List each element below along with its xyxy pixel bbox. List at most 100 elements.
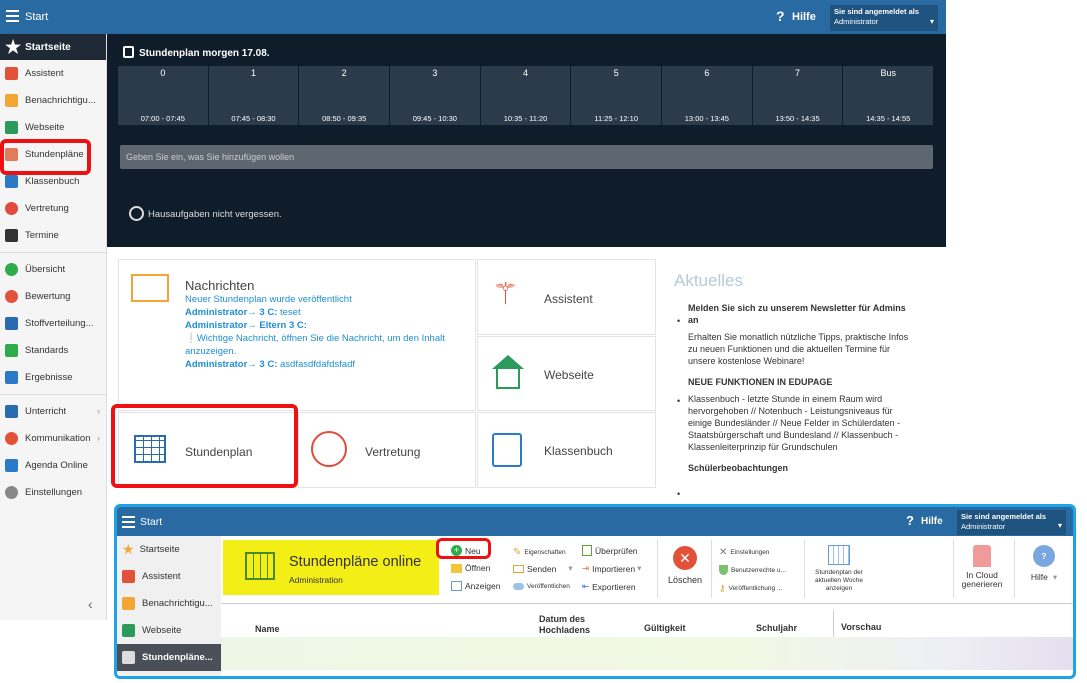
show-button[interactable]: Anzeigen <box>451 581 500 591</box>
start-link[interactable]: Start <box>140 516 162 528</box>
user-menu[interactable]: Sie sind angemeldet als Administrator ▾ <box>957 510 1066 535</box>
user-rights-button[interactable]: Benutzerrechte u... <box>719 565 786 575</box>
chevron-down-icon: ▾ <box>1057 521 1062 530</box>
clock-icon <box>129 206 144 221</box>
settings-button[interactable]: ✕ Einstellungen <box>719 547 769 558</box>
sidebar-item-startseite[interactable]: ★ Startseite <box>0 34 106 60</box>
sidebar-item-bewertung[interactable]: Bewertung <box>0 283 106 310</box>
sidebar-item-kommunikation[interactable]: Kommunikation › <box>0 425 106 452</box>
column-header-preview[interactable]: Vorschau <box>841 622 881 632</box>
menu-icon[interactable] <box>6 10 19 25</box>
sidebar-item-webseite[interactable]: Webseite <box>117 617 221 644</box>
send-button[interactable]: Senden ▾ <box>513 563 573 574</box>
news-heading[interactable]: NEUE FUNKTIONEN IN EDUPAGE <box>674 376 917 388</box>
sidebar-item-label: Agenda Online <box>25 460 88 471</box>
column-header-upload-date[interactable]: Datum des Hochladens <box>539 614 609 636</box>
sidebar-item-label: Klassenbuch <box>25 176 80 187</box>
sidebar-item-stundenplaene[interactable]: Stundenpläne... <box>117 644 221 671</box>
menu-icon[interactable] <box>122 516 135 531</box>
collapse-sidebar-icon[interactable]: ‹ <box>88 596 93 612</box>
table-row[interactable] <box>221 637 1073 670</box>
period-cell[interactable]: 4 10:35 - 11:20 <box>480 66 571 125</box>
column-header-school-year[interactable]: Schuljahr <box>756 623 797 633</box>
period-cell[interactable]: 5 11:25 - 12:10 <box>571 66 662 125</box>
messages-tile[interactable]: Nachrichten Neuer Stundenplan wurde verö… <box>118 259 476 411</box>
sidebar-item-assistent[interactable]: Assistent <box>0 60 106 87</box>
message-item[interactable]: Administrator→ 3 C: teset <box>185 306 470 319</box>
tile-vertretung[interactable]: Vertretung <box>298 412 476 488</box>
bullet-icon: • <box>677 316 681 326</box>
period-cell[interactable]: Bus 14:35 - 14:55 <box>843 66 934 125</box>
user-menu[interactable]: Sie sind angemeldet als Administrator ▾ <box>830 5 938 31</box>
period-cell[interactable]: 0 07:00 - 07:45 <box>118 66 208 125</box>
sidebar-item-benachrichtigungen[interactable]: Benachrichtigu... <box>0 87 106 114</box>
check-button[interactable]: Überprüfen <box>582 545 638 556</box>
sidebar-item-benachrichtigungen[interactable]: Benachrichtigu... <box>117 590 221 617</box>
news-heading[interactable]: Melden Sie sich zu unserem Newsletter fü… <box>674 302 917 326</box>
sidebar-item-unterricht[interactable]: Unterricht › <box>0 398 106 425</box>
tile-assistent[interactable]: ⚚ Assistent <box>477 259 656 335</box>
help-button[interactable]: ? Hilfe ▾ <box>1024 545 1064 583</box>
tile-klassenbuch[interactable]: Klassenbuch <box>477 412 656 488</box>
envelope-icon <box>513 564 524 573</box>
message-item[interactable]: Administrator→ 3 C: asdfasdfdafdsfadf <box>185 358 470 371</box>
sidebar-item-einstellungen[interactable]: Einstellungen <box>0 479 106 506</box>
sidebar-item-stoffverteilung[interactable]: Stoffverteilung... <box>0 310 106 337</box>
sidebar-item-assistent[interactable]: Assistent <box>117 563 221 590</box>
period-number: Bus <box>880 68 896 78</box>
help-icon[interactable]: ? <box>776 8 785 24</box>
period-number: 0 <box>160 68 166 78</box>
delete-button[interactable]: ✕ Löschen <box>667 546 703 585</box>
tile-webseite[interactable]: Webseite <box>477 336 656 411</box>
divider <box>0 252 106 253</box>
period-cell[interactable]: 6 13:00 - 13:45 <box>662 66 752 125</box>
period-cell[interactable]: 2 08:50 - 09:35 <box>299 66 390 125</box>
sidebar-item-uebersicht[interactable]: Übersicht <box>0 256 106 283</box>
start-link[interactable]: Start <box>25 11 48 23</box>
module-header: Stundenpläne online Administration <box>223 540 439 595</box>
publish-button[interactable]: Veröffentlichen <box>513 583 570 590</box>
divider <box>0 394 106 395</box>
envelope-icon <box>122 597 135 610</box>
period-cell[interactable]: 3 09:45 - 10:30 <box>390 66 480 125</box>
bullet-icon: • <box>677 489 681 499</box>
sidebar-item-vertretung[interactable]: Vertretung <box>0 195 106 222</box>
period-time: 09:45 - 10:30 <box>412 114 457 123</box>
chevron-down-icon: ▾ <box>568 563 573 573</box>
delete-icon: ✕ <box>673 546 697 570</box>
grid-icon <box>451 581 462 591</box>
period-cell[interactable]: 1 07:45 - 08:30 <box>208 66 299 125</box>
publication-button[interactable]: ⚷ Veröffentlichung ... <box>719 583 782 594</box>
sidebar-item-ergebnisse[interactable]: Ergebnisse <box>0 364 106 391</box>
cloud-generate-button[interactable]: In Cloud generieren <box>957 545 1007 589</box>
homework-reminder[interactable]: Hausaufgaben nicht vergessen. <box>129 206 282 221</box>
message-item[interactable]: ❕Wichtige Nachricht, öffnen Sie die Nach… <box>185 332 470 358</box>
button-label: Senden <box>527 563 557 574</box>
button-label: Eigenschaften <box>524 549 566 556</box>
help-icon[interactable]: ? <box>906 513 914 528</box>
export-button[interactable]: ⇤ Exportieren <box>582 581 636 592</box>
sidebar-item-agenda-online[interactable]: Agenda Online <box>0 452 106 479</box>
star-icon: ★ <box>122 541 135 557</box>
period-number: 3 <box>432 68 438 78</box>
add-entry-input[interactable]: Geben Sie ein, was Sie hinzufügen wollen <box>120 145 933 169</box>
module-title: Stundenpläne online <box>289 554 422 570</box>
sidebar-item-webseite[interactable]: Webseite <box>0 114 106 141</box>
help-link[interactable]: Hilfe <box>792 11 816 23</box>
properties-button[interactable]: ✎ Eigenschaften <box>513 547 566 558</box>
period-cell[interactable]: 7 13:50 - 14:35 <box>752 66 843 125</box>
sidebar-item-standards[interactable]: Standards <box>0 337 106 364</box>
column-header-name[interactable]: Name <box>255 624 280 634</box>
open-button[interactable]: Öffnen <box>451 563 490 573</box>
sidebar-item-startseite[interactable]: ★ Startseite <box>117 536 221 563</box>
message-item[interactable]: Administrator→ Eltern 3 C: <box>185 319 470 332</box>
check-icon <box>5 263 18 276</box>
help-link[interactable]: Hilfe <box>921 516 943 527</box>
current-week-timetable-button[interactable]: Stundenplan der aktuellen Woche anzeigen <box>811 545 867 593</box>
sidebar-item-termine[interactable]: Termine <box>0 222 106 249</box>
column-header-validity[interactable]: Gültigkeit <box>644 623 686 633</box>
news-heading[interactable]: Schülerbeobachtungen <box>674 462 917 474</box>
message-item[interactable]: Neuer Stundenplan wurde veröffentlicht <box>185 293 470 306</box>
highlight-new-button <box>436 538 491 559</box>
import-button[interactable]: ⇥ Importieren ▾ <box>582 563 641 574</box>
